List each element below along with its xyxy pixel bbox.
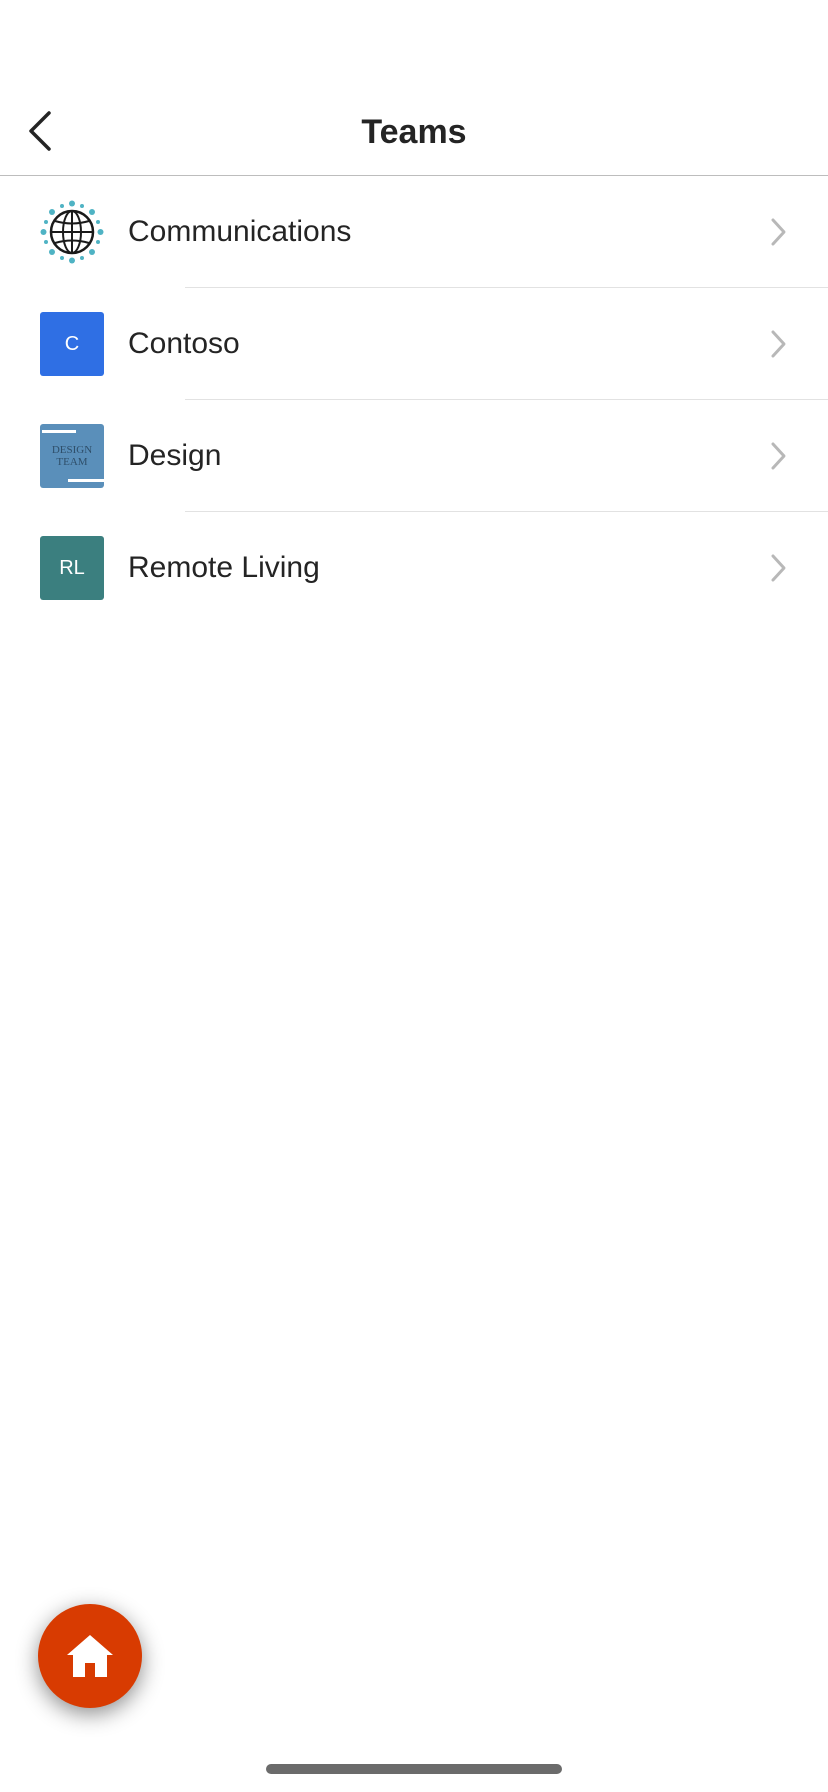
avatar-stripe: [42, 430, 76, 433]
team-row-design[interactable]: DESIGN TEAM Design: [0, 400, 828, 512]
chevron-right-icon: [771, 330, 786, 358]
teams-screen: Teams Communications C Contoso DESIGN TE…: [0, 0, 828, 1792]
team-name: Contoso: [128, 327, 240, 360]
team-name: Design: [128, 439, 222, 472]
chevron-right-icon: [771, 442, 786, 470]
design-avatar-text: DESIGN TEAM: [51, 444, 93, 468]
home-button[interactable]: [38, 1604, 142, 1708]
team-row-communications[interactable]: Communications: [0, 176, 828, 288]
team-list: Communications C Contoso DESIGN TEAM Des…: [0, 176, 828, 624]
chevron-right-icon: [771, 218, 786, 246]
contoso-avatar: C: [40, 312, 104, 376]
design-avatar: DESIGN TEAM: [40, 424, 104, 488]
remote-living-avatar: RL: [40, 536, 104, 600]
header: Teams: [0, 0, 828, 176]
chevron-right-icon: [771, 554, 786, 582]
avatar-stripe: [68, 479, 104, 482]
team-name: Communications: [128, 215, 352, 248]
team-row-remote-living[interactable]: RL Remote Living: [0, 512, 828, 624]
communications-avatar: [40, 200, 104, 264]
home-icon: [67, 1635, 113, 1677]
page-title: Teams: [361, 113, 467, 151]
globe-icon: [40, 200, 104, 264]
team-name: Remote Living: [128, 551, 320, 584]
team-row-contoso[interactable]: C Contoso: [0, 288, 828, 400]
home-indicator[interactable]: [266, 1764, 562, 1774]
